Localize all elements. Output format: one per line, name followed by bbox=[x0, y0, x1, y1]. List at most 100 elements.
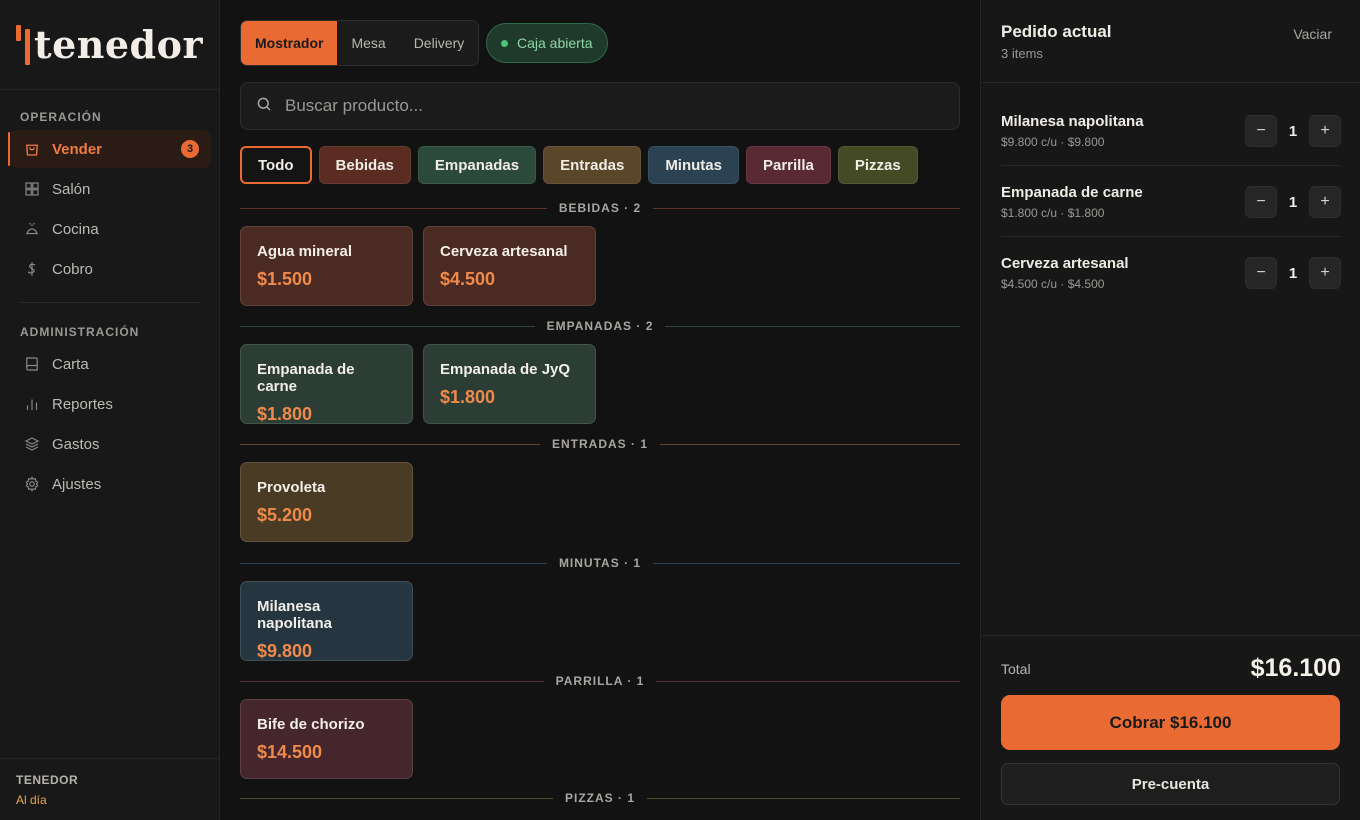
sidebar-item-label: Salón bbox=[52, 180, 91, 198]
category-label: PARRILLA bbox=[555, 674, 623, 688]
product-name: Empanada de JyQ bbox=[440, 361, 571, 378]
cash-register-status[interactable]: Caja abierta bbox=[486, 23, 608, 63]
product-price: $1.800 bbox=[440, 387, 496, 407]
product-price: $14.500 bbox=[257, 742, 323, 762]
sidebar-item-label: Vender bbox=[52, 140, 103, 158]
sidebar-item-label: Reportes bbox=[52, 395, 113, 413]
category-header-empanadas: EMPANADAS · 2 bbox=[240, 318, 960, 334]
filter-chip-todo[interactable]: Todo bbox=[240, 146, 312, 184]
layers-icon bbox=[22, 434, 42, 454]
product-card-agua-mineral[interactable]: Agua mineral $1.500 bbox=[240, 226, 413, 306]
category-count: · 2 bbox=[636, 319, 654, 333]
filter-chip-bebidas[interactable]: Bebidas bbox=[318, 146, 411, 184]
sync-status: Al día bbox=[16, 793, 47, 807]
search-icon bbox=[255, 95, 273, 118]
filter-chip-parrilla[interactable]: Parrilla bbox=[745, 146, 831, 184]
increase-quantity-button[interactable]: + bbox=[1309, 257, 1341, 289]
search-input[interactable] bbox=[285, 96, 925, 116]
product-card-empanada-carne[interactable]: Empanada de carne $1.800 bbox=[240, 344, 413, 424]
filter-chip-pizzas[interactable]: Pizzas bbox=[837, 146, 918, 184]
category-filters: Todo Bebidas Empanadas Entradas Minutas … bbox=[240, 146, 925, 184]
increase-quantity-button[interactable]: + bbox=[1309, 186, 1341, 218]
mode-delivery[interactable]: Delivery bbox=[400, 21, 479, 65]
sidebar-item-label: Carta bbox=[52, 355, 89, 373]
fork-logo-icon bbox=[16, 24, 32, 65]
divider-line bbox=[240, 207, 547, 209]
charge-button[interactable]: Cobrar $16.100 bbox=[1001, 695, 1340, 750]
sidebar-item-cocina[interactable]: Cocina bbox=[8, 210, 211, 248]
sidebar-item-salon[interactable]: Salón bbox=[8, 170, 211, 208]
total-row: Total $16.100 bbox=[1001, 654, 1341, 683]
filter-chip-entradas[interactable]: Entradas bbox=[543, 146, 642, 184]
filter-chip-empanadas[interactable]: Empanadas bbox=[417, 146, 537, 184]
increase-quantity-button[interactable]: + bbox=[1309, 115, 1341, 147]
bar-chart-icon bbox=[22, 394, 42, 414]
product-name: Provoleta bbox=[257, 479, 326, 496]
sidebar-item-ajustes[interactable]: Ajustes bbox=[8, 465, 211, 503]
category-header-bebidas: BEBIDAS · 2 bbox=[240, 200, 960, 216]
divider-line bbox=[660, 443, 960, 445]
decrease-quantity-button[interactable]: − bbox=[1245, 257, 1277, 289]
quantity-value: 1 bbox=[1288, 264, 1298, 282]
order-line-item: Cerveza artesanal $4.500 c/u · $4.500 − … bbox=[1001, 237, 1341, 308]
category-label: MINUTAS bbox=[558, 556, 620, 570]
total-label: Total bbox=[1001, 660, 1031, 677]
total-value: $16.100 bbox=[1250, 654, 1341, 682]
footer-brand: TENEDOR bbox=[16, 773, 79, 787]
order-item-count: 3 items bbox=[1001, 46, 1043, 61]
product-price: $1.500 bbox=[257, 269, 313, 289]
clear-order-button[interactable]: Vaciar bbox=[1293, 26, 1332, 42]
sidebar-item-cobro[interactable]: Cobro bbox=[8, 250, 211, 288]
sidebar-item-reportes[interactable]: Reportes bbox=[8, 385, 211, 423]
sidebar-item-carta[interactable]: Carta bbox=[8, 345, 211, 383]
category-label: EMPANADAS bbox=[546, 319, 633, 333]
category-header-pizzas: PIZZAS · 1 bbox=[240, 790, 960, 806]
filter-chip-minutas[interactable]: Minutas bbox=[648, 146, 739, 184]
pre-check-button[interactable]: Pre-cuenta bbox=[1001, 763, 1340, 805]
divider-line bbox=[656, 680, 960, 682]
product-name: Milanesa napolitana bbox=[257, 598, 333, 632]
gear-icon bbox=[22, 474, 42, 494]
sidebar-footer: TENEDOR Al día bbox=[0, 758, 220, 820]
quantity-value: 1 bbox=[1288, 193, 1298, 211]
sidebar-item-vender[interactable]: Vender 3 bbox=[8, 130, 211, 168]
divider-line bbox=[653, 562, 961, 564]
book-icon bbox=[22, 354, 42, 374]
mode-mesa[interactable]: Mesa bbox=[337, 21, 399, 65]
product-price: $5.200 bbox=[257, 505, 313, 525]
service-mode-selector: Mostrador Mesa Delivery bbox=[240, 20, 480, 66]
product-card-bife-de-chorizo[interactable]: Bife de chorizo $14.500 bbox=[240, 699, 413, 779]
brand-name: tenedor bbox=[34, 21, 203, 67]
quantity-stepper: − 1 + bbox=[1245, 115, 1341, 147]
section-title-administracion: ADMINISTRACIÓN bbox=[20, 325, 140, 339]
order-footer: Total $16.100 Cobrar $16.100 Pre-cuenta bbox=[981, 635, 1360, 820]
category-label: PIZZAS bbox=[564, 791, 614, 805]
sidebar-item-gastos[interactable]: Gastos bbox=[8, 425, 211, 463]
product-card-empanada-jyq[interactable]: Empanada de JyQ $1.800 bbox=[423, 344, 596, 424]
category-label: BEBIDAS bbox=[558, 201, 620, 215]
divider-line bbox=[240, 680, 544, 682]
mode-mostrador[interactable]: Mostrador bbox=[241, 21, 338, 65]
cash-status-label: Caja abierta bbox=[517, 35, 593, 51]
brand-logo[interactable]: tenedor bbox=[0, 0, 219, 90]
product-card-provoleta[interactable]: Provoleta $5.200 bbox=[240, 462, 413, 542]
decrease-quantity-button[interactable]: − bbox=[1245, 186, 1277, 218]
divider-line bbox=[240, 562, 547, 564]
divider-line bbox=[240, 797, 553, 799]
product-grid-parrilla: Bife de chorizo $14.500 bbox=[240, 699, 423, 779]
product-card-milanesa-napolitana[interactable]: Milanesa napolitana $9.800 bbox=[240, 581, 413, 661]
category-count: · 1 bbox=[618, 791, 636, 805]
sidebar-item-label: Gastos bbox=[52, 435, 100, 453]
product-card-cerveza-artesanal[interactable]: Cerveza artesanal $4.500 bbox=[423, 226, 596, 306]
divider-line bbox=[665, 325, 960, 327]
product-grid-bebidas: Agua mineral $1.500 Cerveza artesanal $4… bbox=[240, 226, 606, 306]
sidebar-item-label: Cocina bbox=[52, 220, 99, 238]
category-count: · 1 bbox=[624, 556, 642, 570]
sidebar: tenedor OPERACIÓN Vender 3 Salón Cocina bbox=[0, 0, 220, 820]
decrease-quantity-button[interactable]: − bbox=[1245, 115, 1277, 147]
divider-line bbox=[240, 325, 535, 327]
product-price: $4.500 bbox=[440, 269, 496, 289]
cooking-pot-icon bbox=[22, 219, 42, 239]
shopping-bag-icon bbox=[22, 139, 42, 159]
divider-line bbox=[240, 443, 540, 445]
